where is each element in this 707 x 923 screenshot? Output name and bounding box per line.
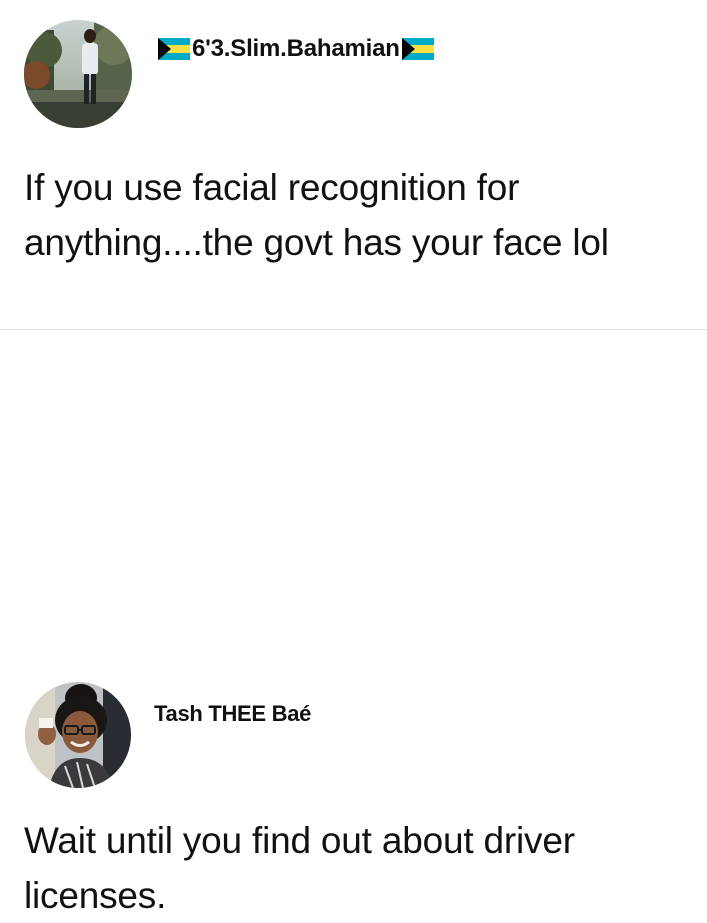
author-username[interactable]: 6'3.Slim.Bahamian	[192, 35, 400, 63]
avatar[interactable]	[25, 682, 131, 788]
avatar-photo-selfie	[25, 682, 131, 788]
bahamas-flag-icon	[158, 38, 190, 60]
post-original: 6'3.Slim.Bahamian If you use facial reco…	[0, 0, 707, 330]
avatar[interactable]	[24, 20, 132, 128]
post-reply: Tash THEE Baé Wait until you find out ab…	[0, 331, 707, 916]
author-name-row: Tash THEE Baé	[154, 699, 311, 729]
post-text: Wait until you find out about driver lic…	[24, 820, 575, 916]
post-text: If you use facial recognition for anythi…	[24, 167, 609, 263]
avatar-photo-outdoor	[24, 20, 132, 128]
bahamas-flag-icon	[401, 38, 434, 60]
author-username[interactable]: Tash THEE Baé	[154, 701, 311, 727]
author-name-row: 6'3.Slim.Bahamian	[158, 34, 434, 64]
